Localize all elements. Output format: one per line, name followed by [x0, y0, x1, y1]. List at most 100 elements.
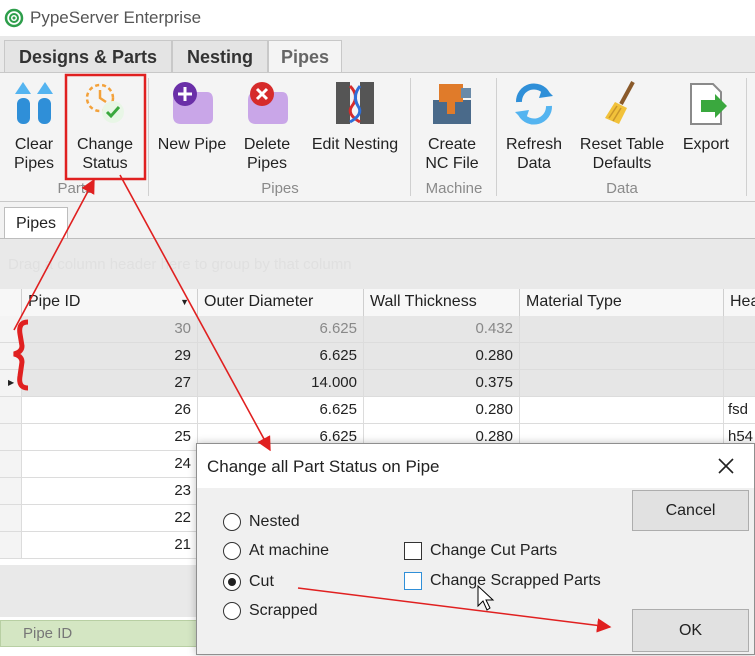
refresh-icon [515, 83, 553, 125]
row-selector[interactable]: ▶ [0, 370, 21, 396]
tab-designs-parts[interactable]: Designs & Parts [4, 40, 172, 72]
table-row[interactable]: 29 6.625 0.280 [0, 343, 755, 370]
row-selector[interactable] [0, 451, 21, 477]
cell-pipe-id[interactable]: 26 [21, 397, 197, 423]
cell-pipe-id[interactable]: 30 [21, 316, 197, 342]
cell-material-type[interactable] [519, 397, 723, 423]
cell-hea[interactable] [723, 370, 755, 396]
export-label: Export [682, 136, 730, 153]
cell-pipe-id[interactable]: 23 [21, 478, 197, 504]
radio-cut-label: Cut [249, 573, 274, 590]
cell-pipe-id[interactable]: 25 [21, 424, 197, 450]
checkbox-change-scrapped-parts[interactable] [404, 572, 422, 590]
column-header-pipe-id[interactable]: Pipe ID ▼ [21, 289, 197, 316]
radio-cut[interactable] [223, 573, 241, 591]
ok-button[interactable]: OK [632, 609, 749, 652]
checkbox-change-cut-parts[interactable] [404, 542, 422, 560]
cell-wall-thickness[interactable]: 0.432 [363, 316, 519, 342]
cell-pipe-id[interactable]: 22 [21, 505, 197, 531]
app-title: PypeServer Enterprise [30, 8, 202, 27]
reset-table-defaults-label: Reset Table Defaults [579, 136, 665, 172]
cell-wall-thickness[interactable]: 0.375 [363, 370, 519, 396]
ribbon-separator [746, 78, 747, 196]
column-header-outer-diameter[interactable]: Outer Diameter [197, 289, 363, 316]
radio-scrapped[interactable] [223, 602, 241, 620]
delete-pipes-button[interactable]: Delete Pipes [236, 78, 298, 173]
dialog-title: Change all Part Status on Pipe [207, 457, 440, 476]
new-pipe-button[interactable]: New Pipe [156, 78, 228, 154]
cell-pipe-id[interactable]: 29 [21, 343, 197, 369]
radio-at-machine[interactable] [223, 542, 241, 560]
broom-icon [605, 81, 635, 124]
row-selector[interactable] [0, 505, 21, 531]
cell-hea[interactable] [723, 316, 755, 342]
cell-material-type[interactable] [519, 343, 723, 369]
cell-hea[interactable] [723, 343, 755, 369]
cell-outer-diameter[interactable]: 6.625 [197, 397, 363, 423]
table-row[interactable]: ▶ 27 14.000 0.375 [0, 370, 755, 397]
cell-pipe-id[interactable]: 24 [21, 451, 197, 477]
row-selector[interactable] [0, 397, 21, 423]
radio-selected-dot [228, 578, 236, 586]
group-by-hint: Drag a column header here to group by th… [8, 256, 352, 273]
edit-nesting-button[interactable]: Edit Nesting [306, 78, 404, 154]
group-label-pipes: Pipes [261, 180, 299, 197]
ribbon-separator [148, 78, 149, 196]
ribbon-separator [410, 78, 411, 196]
column-header-material-type[interactable]: Material Type [519, 289, 723, 316]
group-label-data: Data [606, 180, 638, 197]
app-logo-icon [4, 8, 24, 28]
refresh-data-label: Refresh Data [505, 136, 563, 172]
cell-pipe-id[interactable]: 21 [21, 532, 197, 558]
radio-at-machine-label: At machine [249, 542, 330, 559]
cell-pipe-id[interactable]: 27 [21, 370, 197, 396]
group-label-machine: Machine [425, 180, 483, 197]
table-row[interactable]: 30 6.625 0.432 [0, 316, 755, 343]
checkbox-change-scrapped-parts-label: Change Scrapped Parts [430, 572, 601, 589]
cell-wall-thickness[interactable]: 0.280 [363, 343, 519, 369]
radio-scrapped-label: Scrapped [249, 602, 318, 619]
column-header-label: Pipe ID [28, 293, 81, 310]
cell-outer-diameter[interactable]: 14.000 [197, 370, 363, 396]
clear-pipes-icon [15, 82, 53, 124]
delete-pipes-label: Delete Pipes [243, 136, 291, 172]
edit-nesting-label: Edit Nesting [311, 136, 399, 153]
cancel-button[interactable]: Cancel [632, 490, 749, 531]
clear-pipes-button[interactable]: Clear Pipes [6, 78, 62, 173]
close-icon[interactable] [712, 452, 740, 480]
secondary-grid-header-pipe-id[interactable]: Pipe ID [0, 620, 197, 647]
document-tab-pipes[interactable]: Pipes [4, 207, 68, 239]
cell-outer-diameter[interactable]: 6.625 [197, 343, 363, 369]
row-selector[interactable] [0, 424, 21, 450]
column-header-wall-thickness[interactable]: Wall Thickness [363, 289, 519, 316]
refresh-data-button[interactable]: Refresh Data [503, 78, 565, 173]
clear-pipes-label: Clear Pipes [13, 136, 55, 172]
new-pipe-label: New Pipe [157, 136, 227, 153]
cell-hea[interactable]: fsd [723, 397, 755, 423]
export-button[interactable]: Export [676, 78, 736, 154]
table-row[interactable]: 26 6.625 0.280 fsd [0, 397, 755, 424]
row-selector[interactable] [0, 316, 21, 342]
new-pipe-icon [173, 82, 213, 124]
change-status-icon [85, 83, 124, 123]
create-nc-file-icon [433, 84, 471, 124]
cell-material-type[interactable] [519, 370, 723, 396]
sort-desc-icon: ▼ [180, 297, 189, 307]
tab-nesting[interactable]: Nesting [172, 40, 268, 72]
radio-nested-label: Nested [249, 513, 300, 530]
cell-material-type[interactable] [519, 316, 723, 342]
row-selector[interactable] [0, 343, 21, 369]
create-nc-file-button[interactable]: Create NC File [418, 78, 486, 173]
change-status-button[interactable]: Change Status [70, 78, 140, 173]
row-selector[interactable] [0, 532, 21, 558]
tab-pipes[interactable]: Pipes [268, 40, 342, 73]
column-header-hea[interactable]: Hea [723, 289, 755, 316]
create-nc-file-label: Create NC File [425, 136, 479, 172]
cell-wall-thickness[interactable]: 0.280 [363, 397, 519, 423]
document-tab-strip [0, 202, 755, 238]
current-row-indicator-icon: ▶ [8, 378, 15, 387]
cell-outer-diameter[interactable]: 6.625 [197, 316, 363, 342]
row-selector[interactable] [0, 478, 21, 504]
radio-nested[interactable] [223, 513, 241, 531]
reset-table-defaults-button[interactable]: Reset Table Defaults [574, 78, 670, 173]
